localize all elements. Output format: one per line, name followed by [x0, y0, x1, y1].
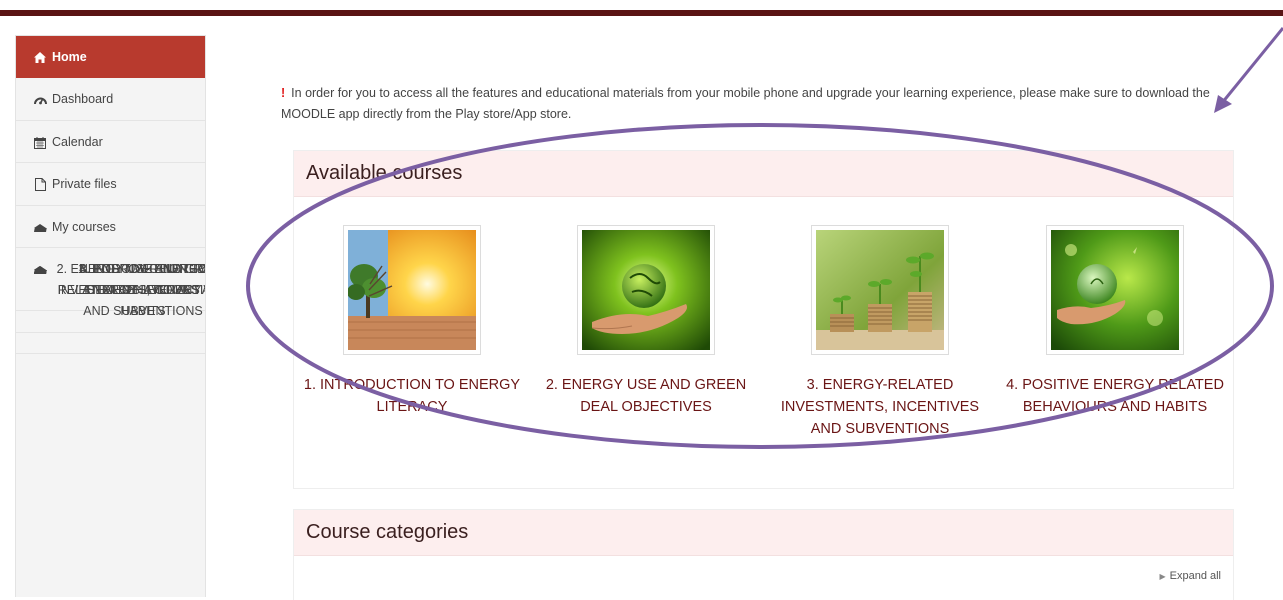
course-categories-panel: Course categories ▶ Expand all — [293, 509, 1234, 600]
glass-globe-hand-image — [1051, 230, 1179, 350]
tree-sunset-image — [348, 230, 476, 350]
sidebar-item-label: Home — [52, 50, 87, 64]
sidebar-item-home[interactable]: Home — [16, 36, 205, 78]
file-icon — [33, 174, 47, 195]
available-courses-heading: Available courses — [306, 162, 463, 184]
course-card-1[interactable]: 1. INTRODUCTION TO ENERGY LITERACY — [297, 225, 527, 418]
graduation-cap-icon — [33, 217, 47, 238]
course-title-4[interactable]: 4. POSITIVE ENERGY RELATED BEHAVIOURS AN… — [1000, 374, 1230, 418]
sidebar-item-label: Dashboard — [52, 92, 114, 106]
course-image-3[interactable] — [811, 225, 949, 355]
coins-sprouts-image — [816, 230, 944, 350]
dashboard-icon — [33, 89, 47, 110]
sidebar-item-course-4[interactable]: 4. POSITIVE ENERGY RELATED BEHAVIOURS AN… — [16, 248, 206, 348]
triangle-right-icon: ▶ — [1159, 572, 1166, 581]
course-categories-header: Course categories — [294, 510, 1233, 556]
app-download-notice: ! In order for you to access all the feat… — [281, 83, 1236, 125]
course-card-3[interactable]: 3. ENERGY-RELATED INVESTMENTS, INCENTIVE… — [765, 225, 995, 440]
course-list: 1. INTRODUCTION TO ENERGY LITERACY 2. EN… — [294, 197, 1233, 487]
course-image-2[interactable] — [577, 225, 715, 355]
expand-all-link[interactable]: ▶ Expand all — [1159, 570, 1221, 582]
sidebar-item-label: Private files — [52, 177, 117, 191]
globe-in-hand-image — [582, 230, 710, 350]
exclamation-icon: ! — [281, 86, 286, 100]
sidebar-item-calendar[interactable]: Calendar — [16, 121, 205, 163]
sidebar-item-my-courses[interactable]: My courses — [16, 206, 205, 248]
course-categories-heading: Course categories — [306, 521, 469, 543]
calendar-icon — [33, 132, 47, 153]
expand-all-label: Expand all — [1169, 570, 1221, 582]
sidebar-item-private-files[interactable]: Private files — [16, 163, 205, 206]
sidebar-item-label: Calendar — [52, 135, 103, 149]
available-courses-panel: Available courses 1. INTRODUCTION TO ENE… — [293, 150, 1234, 489]
course-card-2[interactable]: 2. ENERGY USE AND GREEN DEAL OBJECTIVES — [531, 225, 761, 418]
course-title-1[interactable]: 1. INTRODUCTION TO ENERGY LITERACY — [297, 374, 527, 418]
course-title-2[interactable]: 2. ENERGY USE AND GREEN DEAL OBJECTIVES — [531, 374, 761, 418]
notice-text: In order for you to access all the featu… — [281, 86, 1210, 121]
top-bar — [0, 10, 1283, 16]
course-card-4[interactable]: 4. POSITIVE ENERGY RELATED BEHAVIOURS AN… — [1000, 225, 1230, 418]
sidebar-item-dashboard[interactable]: Dashboard — [16, 78, 205, 121]
sidebar-item-label: My courses — [52, 220, 116, 234]
home-icon — [33, 47, 47, 68]
sidebar-item-label: 4. POSITIVE ENERGY RELATED BEHAVIOURS AN… — [57, 262, 206, 318]
course-image-1[interactable] — [343, 225, 481, 355]
sidebar: Home Dashboard Calendar Private files My… — [15, 35, 206, 597]
available-courses-header: Available courses — [294, 151, 1233, 197]
course-title-3[interactable]: 3. ENERGY-RELATED INVESTMENTS, INCENTIVE… — [765, 374, 995, 440]
graduation-cap-icon — [33, 259, 47, 280]
course-image-4[interactable] — [1046, 225, 1184, 355]
